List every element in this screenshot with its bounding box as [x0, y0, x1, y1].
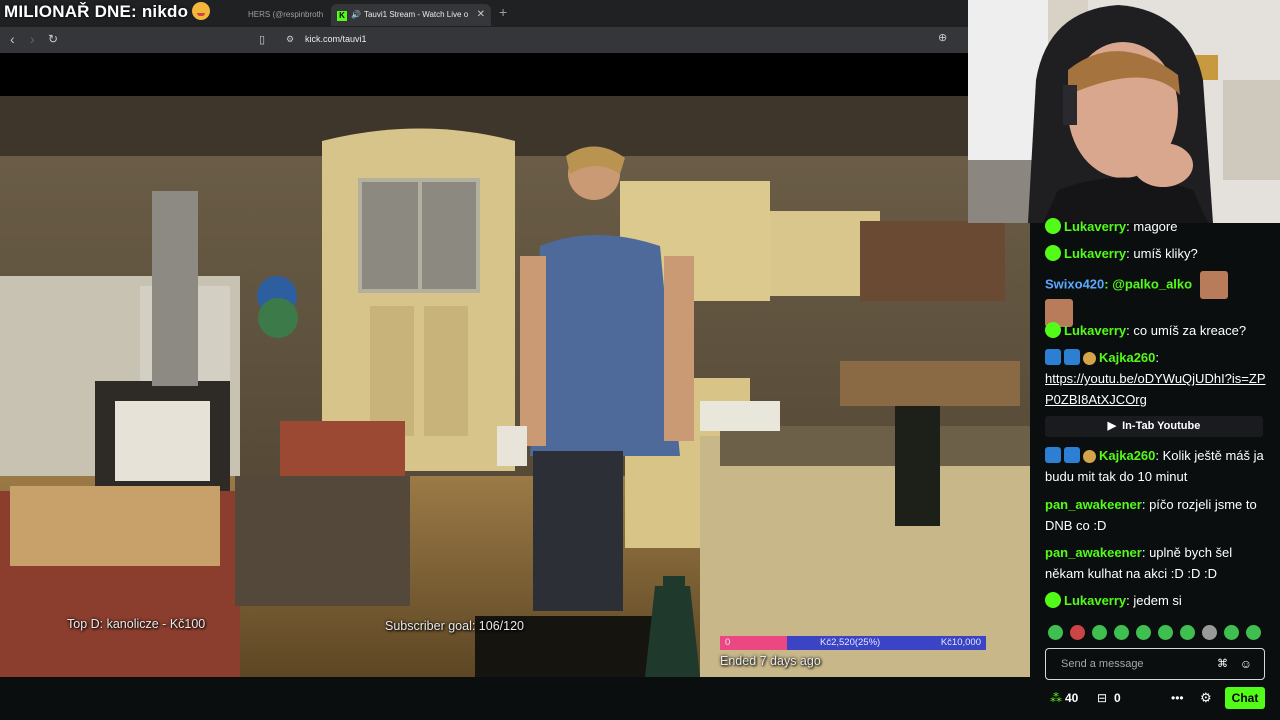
- chat-username[interactable]: Lukaverry: [1064, 219, 1126, 234]
- kitchen-scene-image: [0, 96, 1030, 677]
- send-chat-button[interactable]: Chat: [1225, 687, 1265, 709]
- chat-text: :: [1155, 350, 1160, 365]
- chat-link[interactable]: https://youtu.be/oDYWuQjUDhI?is=ZPP0ZBI8…: [1045, 371, 1266, 407]
- chat-message-input[interactable]: Send a message ⌘ ☺: [1045, 648, 1265, 680]
- forward-icon[interactable]: ›: [30, 31, 35, 47]
- sub-badge-icon: [1064, 349, 1080, 365]
- emote-icon[interactable]: [1114, 625, 1129, 640]
- url-text[interactable]: kick.com/tauvi1: [305, 34, 367, 44]
- close-tab-icon[interactable]: ✕: [477, 4, 485, 26]
- chat-username[interactable]: Lukaverry: [1064, 246, 1126, 261]
- chat-message: Lukaverry: magore: [1045, 216, 1267, 237]
- emote-icon[interactable]: [1180, 625, 1195, 640]
- emote-icon[interactable]: [1246, 625, 1261, 640]
- chat-username[interactable]: Lukaverry: [1064, 323, 1126, 338]
- points-count: 40: [1065, 691, 1079, 705]
- webcam-overlay: [968, 0, 1280, 223]
- gift-icon[interactable]: ⊟: [1097, 691, 1107, 705]
- points-icon[interactable]: ⁂: [1050, 691, 1062, 705]
- in-tab-youtube-button[interactable]: ▶ In-Tab Youtube: [1045, 416, 1263, 437]
- donation-goal-bar: 0 Kč2,520(25%) Kč10,000: [720, 636, 986, 650]
- subscriber-goal-label: Subscriber goal: 106/120: [385, 619, 524, 633]
- browser-tab-previous[interactable]: HERS (@respinbroth: [248, 4, 323, 26]
- kick-logo-icon: K: [337, 11, 347, 21]
- address-bar[interactable]: ⚙ kick.com/tauvi1: [280, 30, 970, 50]
- chat-text: : @palko_alko: [1104, 276, 1193, 292]
- top-donor-label: Top D: kanolicze - Kč100: [67, 617, 206, 631]
- chat-message: Kajka260: https://youtu.be/oDYWuQjUDhI?i…: [1045, 347, 1267, 410]
- verified-badge-icon: [1045, 322, 1061, 338]
- goal-end-label: Kč10,000: [940, 637, 981, 648]
- goal-status-label: Ended 7 days ago: [720, 654, 821, 668]
- chat-message: Swixo420: @palko_alko: [1045, 271, 1267, 327]
- site-info-icon[interactable]: ⚙: [286, 34, 294, 45]
- chat-username[interactable]: Lukaverry: [1064, 593, 1126, 608]
- speaker-icon: 🔊: [351, 10, 361, 19]
- emote-icon[interactable]: [1158, 625, 1173, 640]
- chat-message: Lukaverry: jedem si: [1045, 590, 1267, 611]
- command-icon[interactable]: ⌘: [1217, 657, 1228, 670]
- emote-icon[interactable]: [1070, 625, 1085, 640]
- chat-message: Lukaverry: umíš kliky?: [1045, 243, 1267, 264]
- zoom-icon[interactable]: ⊕: [938, 31, 947, 44]
- chat-username[interactable]: Swixo420: [1045, 276, 1104, 291]
- stream-title-text: MILIONAŘ DNE: nikdo: [4, 2, 189, 21]
- chat-message: Lukaverry: co umíš za kreace?: [1045, 320, 1267, 341]
- back-icon[interactable]: ‹: [10, 31, 15, 47]
- chat-username[interactable]: Kajka260: [1099, 350, 1155, 365]
- chat-input-placeholder: Send a message: [1061, 658, 1144, 670]
- browser-tab-active[interactable]: K 🔊 Tauvi1 Stream - Watch Live o ✕: [331, 4, 491, 26]
- sub-badge-icon: [1064, 447, 1080, 463]
- gift-hand-badge-icon: [1083, 450, 1096, 463]
- chat-message: pan_awakeener: uplně bych šel někam kulh…: [1045, 542, 1267, 584]
- chat-options-icon[interactable]: •••: [1171, 691, 1184, 705]
- tab-title: Tauvi1 Stream - Watch Live o: [363, 10, 469, 19]
- settings-gear-icon[interactable]: ⚙: [1200, 690, 1212, 706]
- chat-username[interactable]: Kajka260: [1099, 448, 1155, 463]
- goal-start-label: 0: [725, 637, 731, 648]
- verified-badge-icon: [1045, 592, 1061, 608]
- youtube-icon: ▶: [1107, 420, 1117, 432]
- chat-text: : jedem si: [1126, 593, 1182, 608]
- emoji-icon: [192, 2, 211, 20]
- gift-count: 0: [1114, 691, 1121, 705]
- verified-badge-icon: [1045, 245, 1061, 261]
- chat-username[interactable]: pan_awakeener: [1045, 545, 1142, 560]
- emote-icon[interactable]: [1136, 625, 1151, 640]
- chat-message: pan_awakeener: píčo rozjeli jsme to DNB …: [1045, 494, 1267, 536]
- chat-username[interactable]: pan_awakeener: [1045, 497, 1142, 512]
- moderator-badge-icon: [1045, 447, 1061, 463]
- new-tab-icon[interactable]: +: [499, 4, 507, 20]
- emote-icon[interactable]: [1048, 625, 1063, 640]
- emote-icon[interactable]: [1092, 625, 1107, 640]
- reload-icon[interactable]: ↻: [48, 32, 58, 46]
- bookmark-icon[interactable]: ▯: [259, 33, 265, 46]
- verified-badge-icon: [1045, 218, 1061, 234]
- chat-text: : umíš kliky?: [1126, 246, 1198, 261]
- streamer-webcam-image: [968, 0, 1280, 223]
- face-emote-icon: [1199, 271, 1228, 299]
- gift-hand-badge-icon: [1083, 352, 1096, 365]
- emote-icon[interactable]: [1202, 625, 1217, 640]
- chat-message: Kajka260: Kolik ještě máš ja budu mit ta…: [1045, 445, 1267, 487]
- chat-text: : co umíš za kreace?: [1126, 323, 1247, 338]
- goal-progress-label: Kč2,520(25%): [820, 637, 881, 648]
- emote-icon[interactable]: [1224, 625, 1239, 640]
- moderator-badge-icon: [1045, 349, 1061, 365]
- chat-text: : magore: [1126, 219, 1178, 234]
- stream-video[interactable]: [0, 96, 1030, 677]
- emote-quick-bar: [1045, 625, 1267, 643]
- in-tab-youtube-label: In-Tab Youtube: [1122, 420, 1201, 432]
- emoji-picker-icon[interactable]: ☺: [1240, 657, 1252, 671]
- stream-title-overlay: MILIONAŘ DNE: nikdo: [4, 2, 211, 22]
- browser-toolbar: ‹ › ↻ ▯ ⚙ kick.com/tauvi1: [0, 27, 968, 53]
- tab-title: HERS (@respinbroth: [248, 10, 323, 19]
